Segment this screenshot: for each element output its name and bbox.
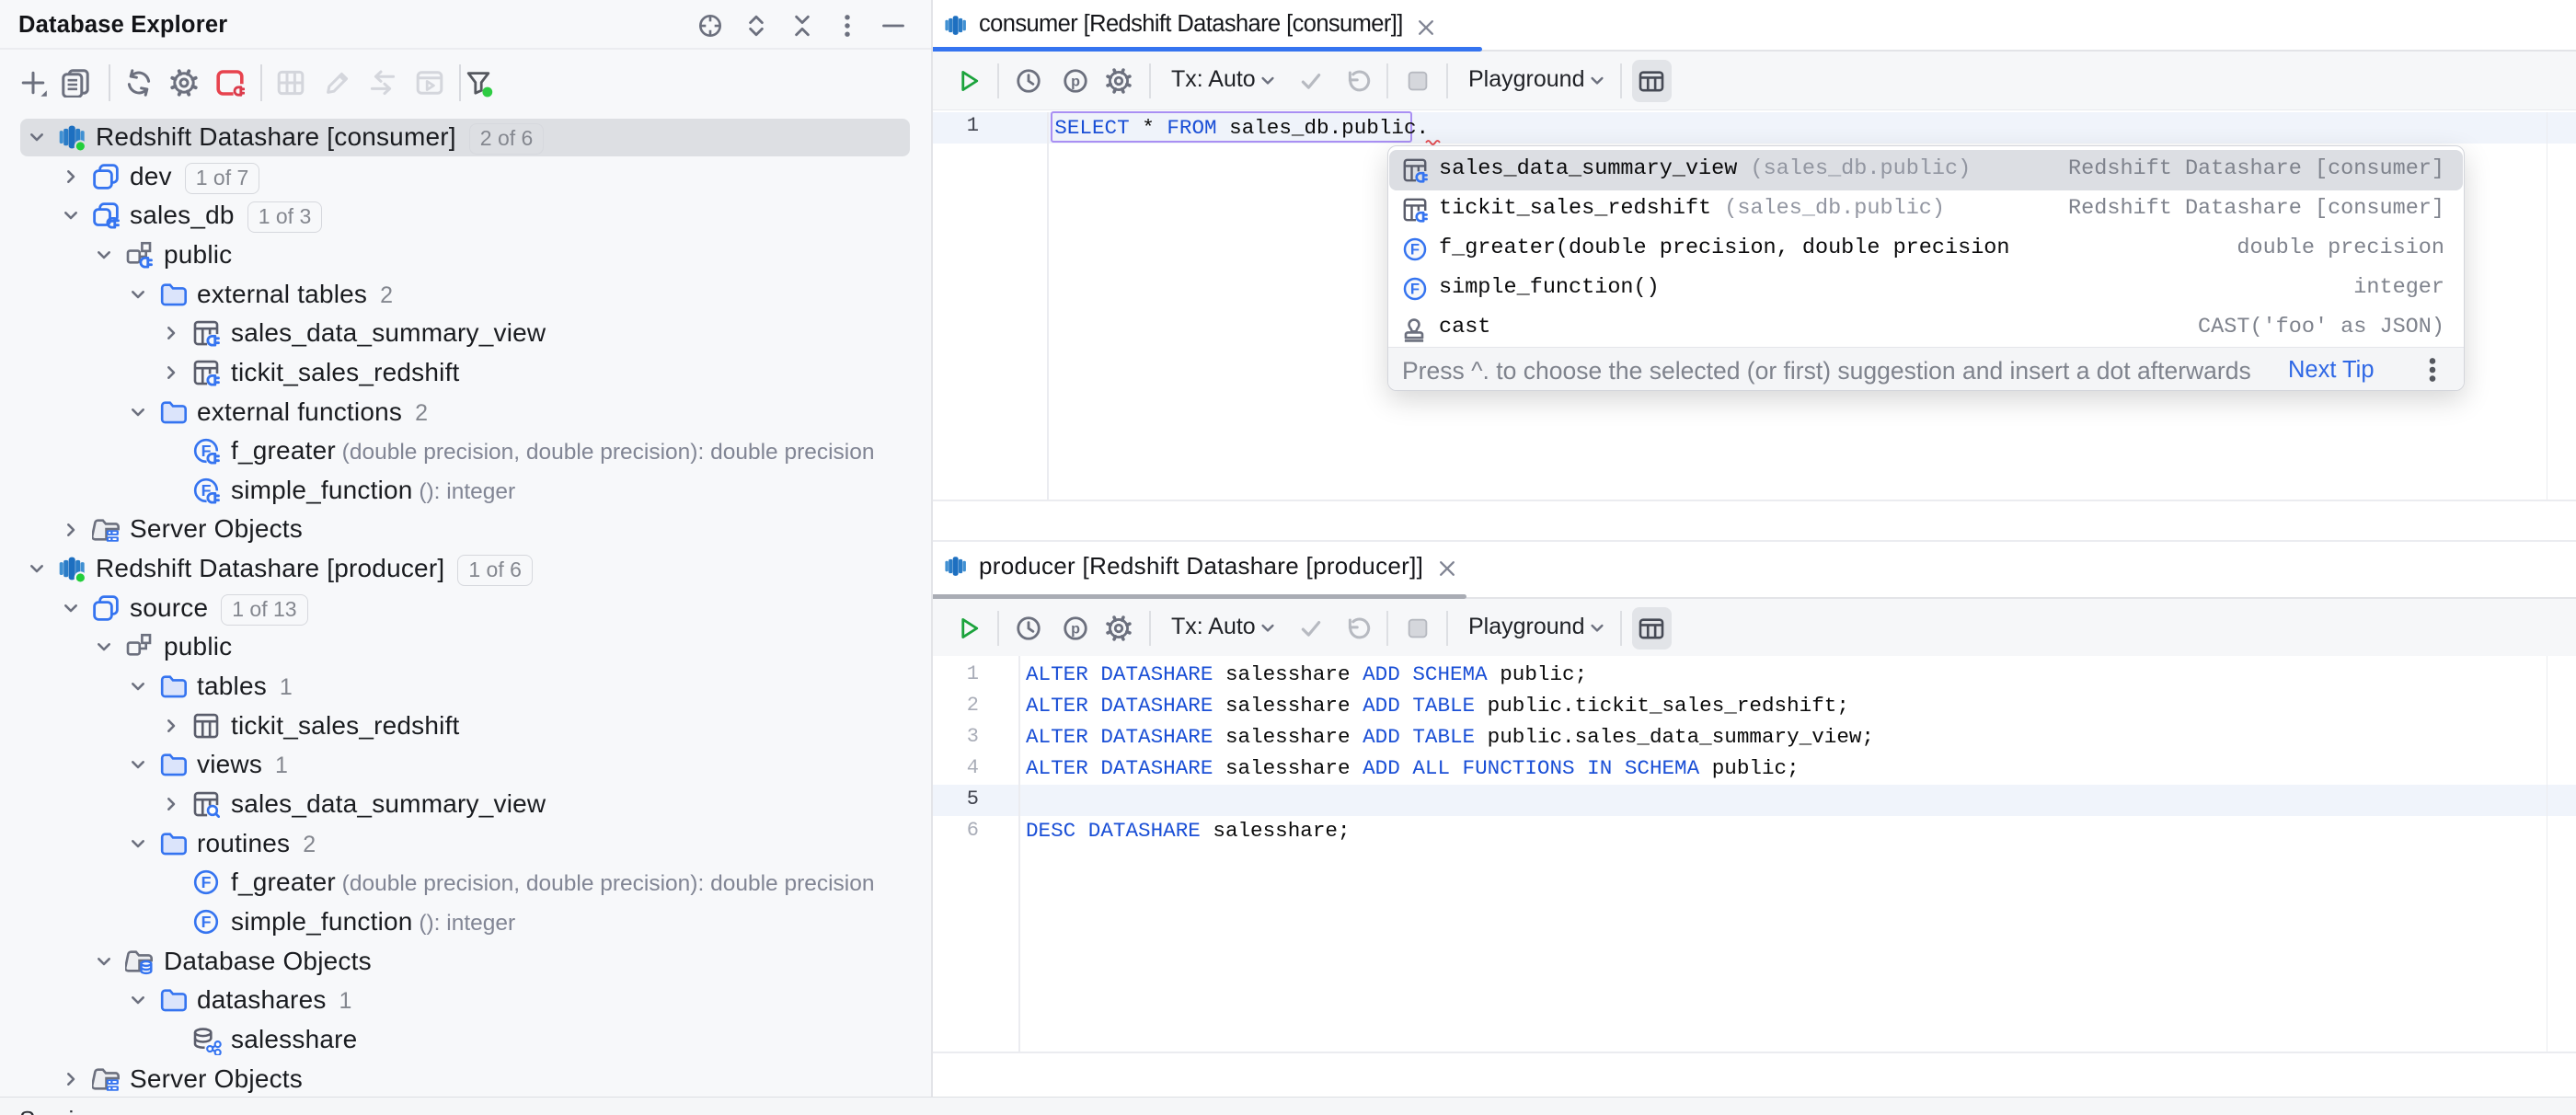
svg-text:F: F [201, 913, 212, 931]
svg-text:F: F [201, 442, 212, 460]
svg-text:F: F [201, 481, 212, 500]
svg-text:F: F [201, 873, 212, 891]
svg-text:p: p [1071, 621, 1080, 638]
svg-text:p: p [1071, 74, 1080, 90]
